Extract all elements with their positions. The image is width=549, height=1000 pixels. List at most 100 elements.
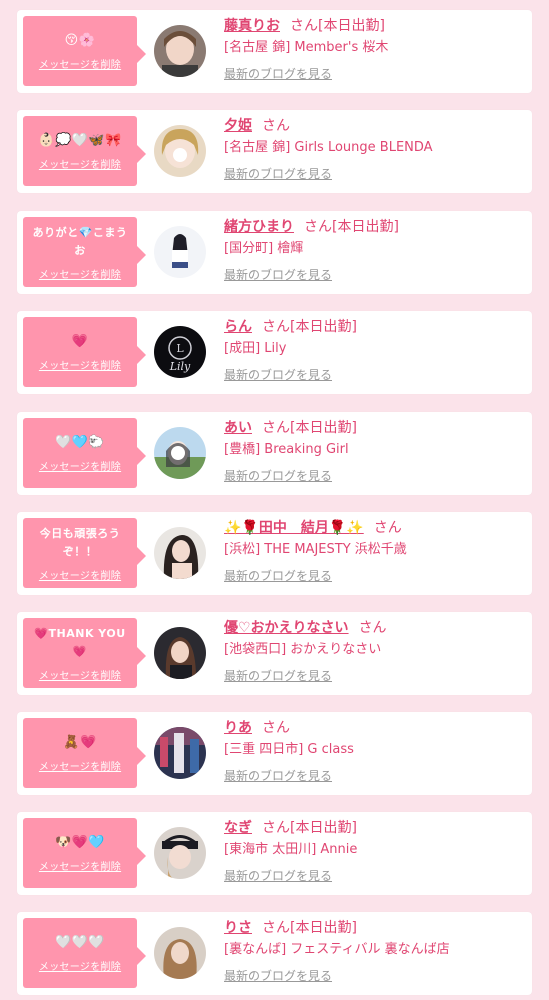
- honorific: さん: [358, 620, 387, 636]
- blog-link[interactable]: 最新のブログを見る: [224, 567, 332, 584]
- status-badge: [本日出勤]: [290, 920, 357, 936]
- cast-name-link[interactable]: ✨🌹田中 結月🌹✨: [224, 520, 364, 536]
- blog-link[interactable]: 最新のブログを見る: [224, 967, 332, 984]
- blog-link[interactable]: 最新のブログを見る: [224, 165, 332, 182]
- message-bubble: 👶🏻💭🤍🦋🎀 メッセージを削除: [23, 116, 146, 186]
- blog-link[interactable]: 最新のブログを見る: [224, 667, 332, 684]
- cast-name-link[interactable]: 緒方ひまり: [224, 219, 294, 235]
- avatar[interactable]: [154, 125, 206, 177]
- message-bubble: ありがと💎こまうお メッセージを削除: [23, 217, 146, 287]
- blog-link[interactable]: 最新のブログを見る: [224, 767, 332, 784]
- delete-message-link[interactable]: メッセージを削除: [39, 667, 121, 682]
- message-text: 🤍🩵🐑: [54, 434, 106, 450]
- message-bubble: 🧸💗 メッセージを削除: [23, 718, 146, 788]
- avatar[interactable]: [154, 427, 206, 479]
- delete-message-link[interactable]: メッセージを削除: [39, 156, 121, 171]
- list-item: 😚🌸 メッセージを削除 藤真りお さん[本日出勤] [名古屋 錦] Member'…: [17, 10, 532, 93]
- message-text: 👶🏻💭🤍🦋🎀: [38, 132, 122, 148]
- card-info: ✨🌹田中 結月🌹✨ さん [浜松] THE MAJESTY 浜松千歳 最新のブログ…: [224, 518, 526, 584]
- shop-info: [名古屋 錦] Member's 桜木: [224, 40, 389, 55]
- honorific: さん: [262, 920, 290, 936]
- list-item: 💗 メッセージを削除 L Lily らん さん[本日出勤] [成田] Lily 最新…: [17, 311, 532, 394]
- card-info: なぎ さん[本日出勤] [東海市 太田川] Annie 最新のブログを見る: [224, 818, 526, 884]
- honorific: さん: [262, 319, 290, 335]
- list-item: 🤍🩵🐑 メッセージを削除 あい さん[本日出勤] [豊橋] Breaking Gi…: [17, 412, 532, 495]
- list-item: 👶🏻💭🤍🦋🎀 メッセージを削除 夕姫 さん [名古屋 錦] Girls Loung…: [17, 110, 532, 193]
- cast-name-link[interactable]: なぎ: [224, 820, 252, 836]
- honorific: さん: [262, 820, 290, 836]
- delete-message-link[interactable]: メッセージを削除: [39, 858, 121, 873]
- avatar[interactable]: [154, 25, 206, 77]
- message-text: ありがと💎こまうお: [32, 225, 128, 257]
- shop-info: [三重 四日市] G class: [224, 742, 354, 757]
- card-info: 夕姫 さん [名古屋 錦] Girls Lounge BLENDA 最新のブログを…: [224, 116, 526, 182]
- message-bubble: 🤍🩵🐑 メッセージを削除: [23, 418, 146, 488]
- delete-message-link[interactable]: メッセージを削除: [39, 357, 121, 372]
- blog-link[interactable]: 最新のブログを見る: [224, 65, 332, 82]
- list-item: 🐶💗🩵 メッセージを削除 なぎ さん[本日出勤] [東海市 太田川] Annie …: [17, 812, 532, 895]
- cast-name-link[interactable]: りさ: [224, 920, 252, 936]
- card-info: 優♡おかえりなさい さん [池袋西口] おかえりなさい 最新のブログを見る: [224, 618, 526, 684]
- blog-link[interactable]: 最新のブログを見る: [224, 467, 332, 484]
- list-item: 今日も頑張ろうぞ！！ メッセージを削除 ✨🌹田中 結月🌹✨ さん [浜松] THE…: [17, 512, 532, 595]
- status-badge: [本日出勤]: [290, 820, 357, 836]
- status-badge: [本日出勤]: [318, 18, 385, 34]
- message-bubble: 🤍🤍🤍 メッセージを削除: [23, 918, 146, 988]
- shop-info: [国分町] 檜輝: [224, 241, 304, 256]
- status-badge: [本日出勤]: [290, 319, 357, 335]
- shop-info: [成田] Lily: [224, 341, 287, 356]
- card-info: りさ さん[本日出勤] [裏なんば] フェスティバル 裏なんば店 最新のブログを見…: [224, 918, 526, 984]
- shop-info: [池袋西口] おかえりなさい: [224, 642, 382, 657]
- avatar[interactable]: [154, 927, 206, 979]
- message-text: 今日も頑張ろうぞ！！: [39, 526, 121, 558]
- avatar[interactable]: [154, 827, 206, 879]
- blog-link[interactable]: 最新のブログを見る: [224, 366, 332, 383]
- cast-name-link[interactable]: らん: [224, 319, 252, 335]
- message-text: 🧸💗: [63, 734, 97, 750]
- list-item: ありがと💎こまうお メッセージを削除 緒方ひまり さん[本日出勤] [国分町] 檜…: [17, 211, 532, 294]
- avatar[interactable]: L Lily: [154, 326, 206, 378]
- message-bubble: 💗 メッセージを削除: [23, 317, 146, 387]
- shop-info: [浜松] THE MAJESTY 浜松千歳: [224, 542, 407, 557]
- message-bubble: 💗THANK YOU💗 メッセージを削除: [23, 618, 146, 688]
- honorific: さん: [290, 18, 318, 34]
- cast-name-link[interactable]: りあ: [224, 720, 252, 736]
- avatar[interactable]: [154, 527, 206, 579]
- message-text: 🐶💗🩵: [54, 834, 106, 850]
- cast-name-link[interactable]: あい: [224, 420, 252, 436]
- card-info: りあ さん [三重 四日市] G class 最新のブログを見る: [224, 718, 526, 784]
- honorific: さん: [304, 219, 332, 235]
- shop-info: [豊橋] Breaking Girl: [224, 442, 349, 457]
- blog-link[interactable]: 最新のブログを見る: [224, 867, 332, 884]
- delete-message-link[interactable]: メッセージを削除: [39, 266, 121, 281]
- cast-name-link[interactable]: 藤真りお: [224, 18, 280, 34]
- message-text: 💗THANK YOU💗: [34, 626, 126, 658]
- avatar[interactable]: [154, 727, 206, 779]
- message-text: 🤍🤍🤍: [54, 934, 106, 950]
- cast-name-link[interactable]: 夕姫: [224, 118, 252, 134]
- shop-info: [名古屋 錦] Girls Lounge BLENDA: [224, 140, 433, 155]
- svg-text:Lily: Lily: [169, 360, 191, 373]
- honorific: さん: [262, 720, 290, 736]
- card-info: 緒方ひまり さん[本日出勤] [国分町] 檜輝 最新のブログを見る: [224, 217, 526, 283]
- avatar[interactable]: [154, 627, 206, 679]
- card-info: らん さん[本日出勤] [成田] Lily 最新のブログを見る: [224, 317, 526, 383]
- delete-message-link[interactable]: メッセージを削除: [39, 567, 121, 582]
- list-item: 🧸💗 メッセージを削除 りあ さん [三重 四日市] G class 最新のブログ…: [17, 712, 532, 795]
- message-text: 💗: [71, 333, 89, 349]
- avatar[interactable]: [154, 226, 206, 278]
- message-bubble: 今日も頑張ろうぞ！！ メッセージを削除: [23, 518, 146, 588]
- message-list: 😚🌸 メッセージを削除 藤真りお さん[本日出勤] [名古屋 錦] Member'…: [0, 0, 549, 1000]
- list-item: 🤍🤍🤍 メッセージを削除 りさ さん[本日出勤] [裏なんば] フェスティバル 裏…: [17, 912, 532, 995]
- message-bubble: 😚🌸 メッセージを削除: [23, 16, 146, 86]
- blog-link[interactable]: 最新のブログを見る: [224, 266, 332, 283]
- delete-message-link[interactable]: メッセージを削除: [39, 958, 121, 973]
- honorific: さん: [262, 118, 290, 134]
- cast-name-link[interactable]: 優♡おかえりなさい: [224, 620, 349, 636]
- card-info: 藤真りお さん[本日出勤] [名古屋 錦] Member's 桜木 最新のブログを…: [224, 16, 526, 82]
- delete-message-link[interactable]: メッセージを削除: [39, 758, 121, 773]
- message-text: 😚🌸: [64, 32, 96, 48]
- delete-message-link[interactable]: メッセージを削除: [39, 458, 121, 473]
- delete-message-link[interactable]: メッセージを削除: [39, 56, 121, 71]
- shop-info: [東海市 太田川] Annie: [224, 842, 358, 857]
